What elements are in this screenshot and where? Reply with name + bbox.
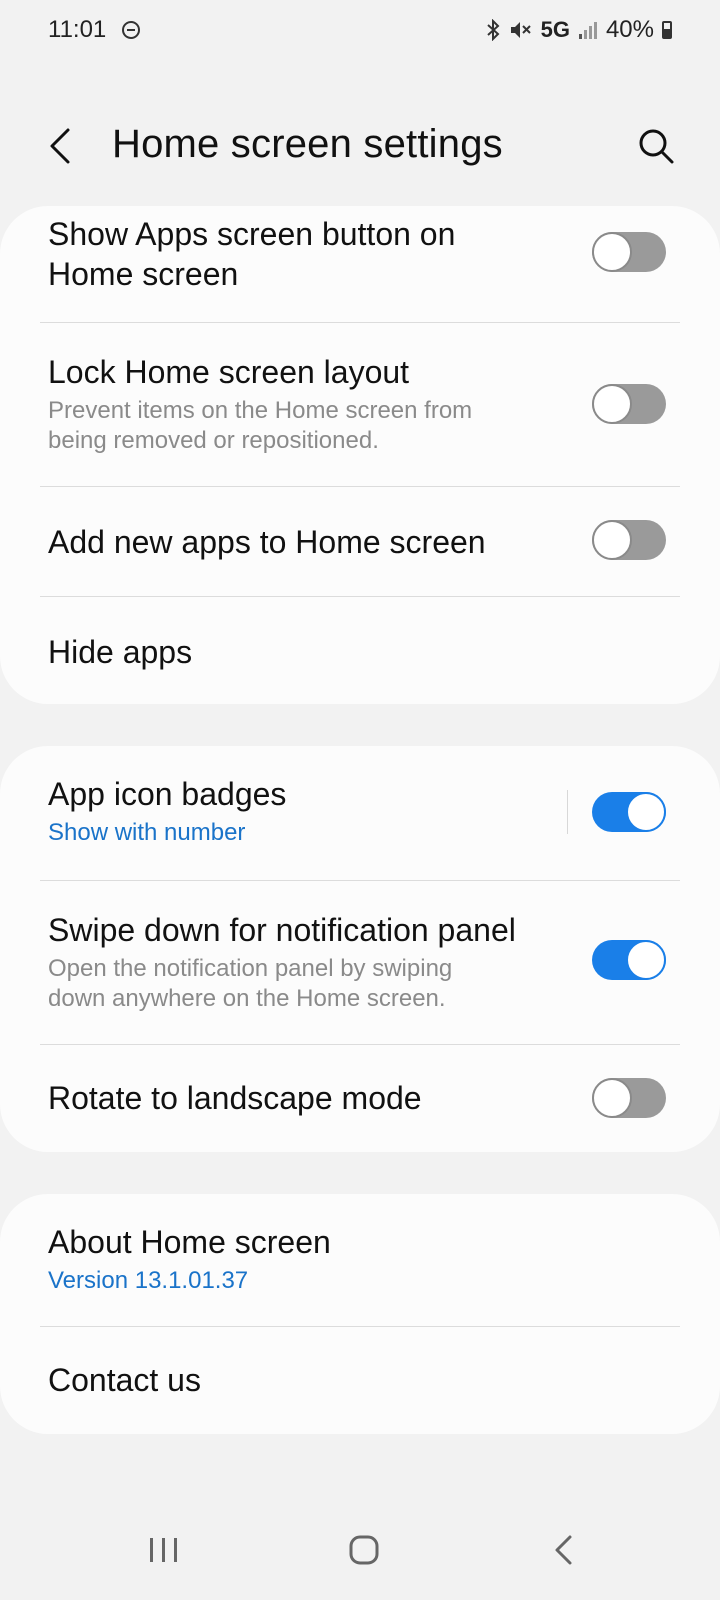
status-left: 11:01: [48, 16, 141, 44]
search-icon[interactable]: [636, 126, 676, 166]
setting-description: being removed or repositioned.: [48, 427, 379, 454]
signal-icon: [578, 22, 597, 39]
settings-card-about: About Home screen Version 13.1.01.37 Con…: [0, 1194, 720, 1434]
rotate-landscape-toggle[interactable]: [592, 1078, 666, 1118]
show-apps-button-toggle[interactable]: [592, 232, 666, 272]
app-header: Home screen settings: [0, 96, 720, 196]
status-right: 5G 40%: [485, 16, 672, 44]
mute-icon: [510, 22, 531, 38]
setting-about-home-screen[interactable]: About Home screen Version 13.1.01.37: [0, 1222, 720, 1322]
swipe-down-toggle[interactable]: [592, 940, 666, 980]
lock-layout-toggle[interactable]: [592, 384, 666, 424]
version-text: Version 13.1.01.37: [48, 1267, 249, 1294]
bluetooth-icon: [486, 19, 500, 41]
recent-apps-icon[interactable]: [148, 1534, 180, 1566]
divider: [40, 1326, 680, 1327]
settings-card-layout: Show Apps screen button on Home screen L…: [0, 206, 720, 704]
setting-description: down anywhere on the Home screen.: [48, 985, 446, 1012]
app-icon-badges-toggle[interactable]: [592, 792, 666, 832]
setting-title: Contact us: [48, 1362, 201, 1398]
divider: [40, 322, 680, 323]
home-icon[interactable]: [348, 1534, 380, 1566]
page-title: Home screen settings: [112, 122, 503, 166]
back-icon[interactable]: [552, 1534, 576, 1566]
setting-title: Hide apps: [48, 634, 193, 670]
add-new-apps-toggle[interactable]: [592, 520, 666, 560]
back-arrow-icon[interactable]: [42, 126, 82, 166]
battery-percent: 40%: [605, 16, 654, 43]
network-type: 5G: [540, 17, 570, 42]
setting-contact-us[interactable]: Contact us: [0, 1360, 720, 1420]
settings-card-behavior: App icon badges Show with number Swipe d…: [0, 746, 720, 1152]
battery-icon: [662, 21, 672, 39]
setting-title: About Home screen: [48, 1224, 331, 1260]
system-navigation-bar: [0, 1520, 720, 1600]
vertical-separator: [567, 790, 568, 834]
divider: [40, 880, 680, 881]
divider: [40, 1044, 680, 1045]
setting-hide-apps[interactable]: Hide apps: [0, 632, 720, 692]
divider: [40, 596, 680, 597]
divider: [40, 486, 680, 487]
status-bar: 11:01 5G 40%: [0, 0, 720, 60]
do-not-disturb-icon: [122, 21, 141, 39]
status-time: 11:01: [48, 16, 107, 43]
